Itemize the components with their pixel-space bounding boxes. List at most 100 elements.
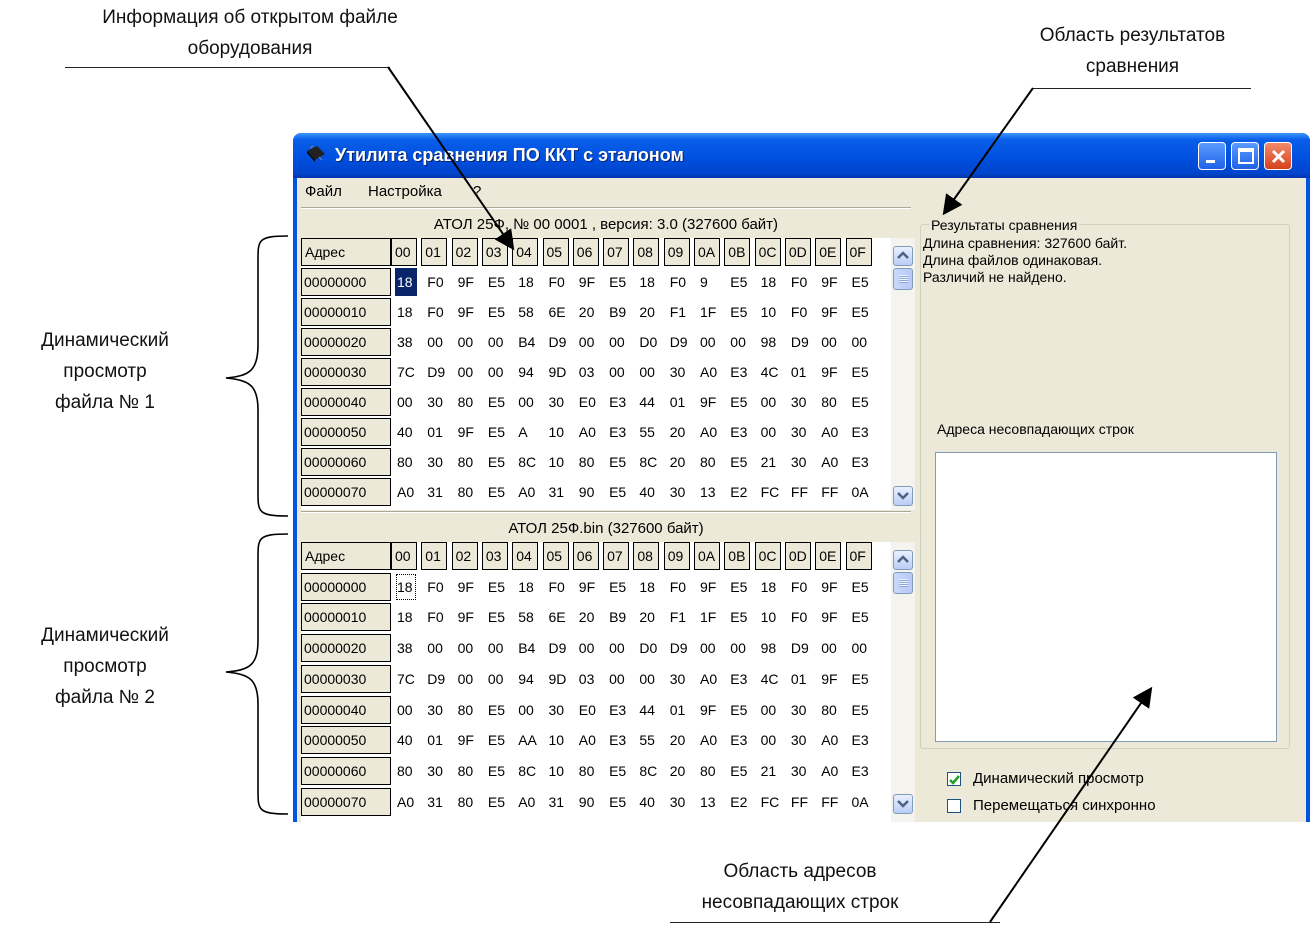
hex-byte[interactable]: E2 xyxy=(728,478,758,506)
hex-byte[interactable]: 8C xyxy=(637,757,667,785)
hex-byte[interactable]: 30 xyxy=(789,726,819,754)
hex-byte[interactable]: 00 xyxy=(728,634,758,662)
hex-byte[interactable]: F0 xyxy=(425,603,455,631)
hex-byte[interactable]: E5 xyxy=(728,268,758,296)
hex-byte[interactable]: 00 xyxy=(759,388,789,416)
hex-byte[interactable]: 8C xyxy=(516,448,546,476)
hex-byte[interactable]: 13 xyxy=(698,478,728,506)
hex-byte[interactable]: FF xyxy=(789,788,819,816)
hex-byte[interactable]: FF xyxy=(819,788,849,816)
hex-byte[interactable]: E3 xyxy=(728,358,758,386)
hex-byte[interactable]: D9 xyxy=(425,665,455,693)
hex-byte[interactable]: E5 xyxy=(486,298,516,326)
hex-byte[interactable]: 9F xyxy=(698,573,728,601)
hex-byte[interactable]: 00 xyxy=(759,418,789,446)
hex-byte[interactable]: E5 xyxy=(486,757,516,785)
hex-byte[interactable]: 38 xyxy=(395,328,425,356)
hex-byte[interactable]: E5 xyxy=(607,268,637,296)
hex-byte[interactable]: 9F xyxy=(456,573,486,601)
hex-byte[interactable]: E3 xyxy=(850,418,880,446)
hex-byte[interactable]: 00 xyxy=(486,328,516,356)
hex-byte[interactable]: E5 xyxy=(850,298,880,326)
hex-byte[interactable]: A0 xyxy=(698,726,728,754)
hex-byte[interactable]: 9F xyxy=(819,358,849,386)
hex-byte[interactable]: 13 xyxy=(698,788,728,816)
hex-byte[interactable]: E3 xyxy=(607,418,637,446)
hex-byte[interactable]: B4 xyxy=(516,634,546,662)
hex-byte[interactable]: 9F xyxy=(819,298,849,326)
hex-byte[interactable]: E5 xyxy=(850,696,880,724)
hex-byte[interactable]: 80 xyxy=(577,448,607,476)
hex-byte[interactable]: 20 xyxy=(577,603,607,631)
hex-byte[interactable]: 80 xyxy=(456,788,486,816)
menu-file[interactable]: Файл xyxy=(305,183,342,200)
hex-byte[interactable]: 00 xyxy=(516,388,546,416)
hex-byte[interactable]: 40 xyxy=(395,726,425,754)
hex-byte[interactable]: 4C xyxy=(759,358,789,386)
hex-byte[interactable]: 30 xyxy=(668,788,698,816)
hex-byte[interactable]: A xyxy=(516,418,546,446)
hex-byte[interactable]: 00 xyxy=(577,328,607,356)
hex-byte[interactable]: F1 xyxy=(668,298,698,326)
hex-byte[interactable]: 80 xyxy=(456,448,486,476)
hex-byte[interactable]: 30 xyxy=(425,388,455,416)
hex-byte[interactable]: 9F xyxy=(577,268,607,296)
hex-byte[interactable]: 18 xyxy=(637,573,667,601)
hex-byte[interactable]: 10 xyxy=(759,298,789,326)
hex-byte[interactable]: 80 xyxy=(456,478,486,506)
hex-byte[interactable]: 9F xyxy=(819,573,849,601)
hex-byte[interactable]: 18 xyxy=(395,573,417,601)
hex-byte[interactable]: 18 xyxy=(516,268,546,296)
hex-byte[interactable]: 00 xyxy=(425,328,455,356)
hex-byte[interactable]: A0 xyxy=(516,478,546,506)
hex-byte[interactable]: E5 xyxy=(486,478,516,506)
hex-byte[interactable]: 00 xyxy=(456,634,486,662)
scroll-thumb[interactable] xyxy=(893,268,913,290)
hex-byte[interactable]: F0 xyxy=(789,268,819,296)
hex-byte[interactable]: E5 xyxy=(486,603,516,631)
hex-byte[interactable]: F1 xyxy=(668,603,698,631)
hex-byte[interactable]: 00 xyxy=(486,358,516,386)
hex-byte[interactable]: E5 xyxy=(728,757,758,785)
hex-byte[interactable]: 00 xyxy=(456,665,486,693)
hex-byte[interactable]: E5 xyxy=(607,573,637,601)
hex-byte[interactable]: 00 xyxy=(819,634,849,662)
hex-byte[interactable]: E5 xyxy=(486,573,516,601)
hex-byte[interactable]: D9 xyxy=(425,358,455,386)
viewer1-hex-grid[interactable]: Адрес 00 01 02 03 04 05 06 07 08 09 0A 0B 0C 0D 0E 0F 000… xyxy=(301,238,891,510)
hex-byte[interactable]: 00 xyxy=(637,665,667,693)
hex-byte[interactable]: 4C xyxy=(759,665,789,693)
hex-byte[interactable]: 18 xyxy=(516,573,546,601)
hex-byte[interactable]: E5 xyxy=(850,603,880,631)
hex-byte[interactable]: 30 xyxy=(789,448,819,476)
hex-byte[interactable]: E5 xyxy=(728,603,758,631)
hex-byte[interactable]: A0 xyxy=(819,757,849,785)
hex-byte[interactable]: B9 xyxy=(607,298,637,326)
menu-settings[interactable]: Настройка xyxy=(368,183,442,200)
hex-byte[interactable]: A0 xyxy=(698,418,728,446)
hex-byte[interactable]: 9D xyxy=(547,358,577,386)
hex-byte[interactable]: 80 xyxy=(819,696,849,724)
hex-byte[interactable]: 94 xyxy=(516,665,546,693)
hex-byte[interactable]: 18 xyxy=(395,603,425,631)
hex-byte[interactable]: 00 xyxy=(607,665,637,693)
hex-byte[interactable]: B9 xyxy=(607,603,637,631)
hex-byte[interactable]: 10 xyxy=(547,757,577,785)
hex-byte[interactable]: 00 xyxy=(607,358,637,386)
minimize-button[interactable] xyxy=(1198,142,1226,170)
hex-byte[interactable]: FF xyxy=(789,478,819,506)
hex-byte[interactable]: E5 xyxy=(850,388,880,416)
hex-byte[interactable]: 20 xyxy=(637,603,667,631)
hex-byte[interactable]: FC xyxy=(759,478,789,506)
hex-byte[interactable]: E5 xyxy=(486,418,516,446)
hex-byte[interactable]: FC xyxy=(759,788,789,816)
hex-byte[interactable]: E3 xyxy=(607,726,637,754)
hex-byte[interactable]: F0 xyxy=(789,603,819,631)
hex-byte[interactable]: A0 xyxy=(819,726,849,754)
hex-byte[interactable]: A0 xyxy=(577,726,607,754)
hex-byte[interactable]: D0 xyxy=(637,328,667,356)
hex-byte[interactable]: 01 xyxy=(425,418,455,446)
hex-byte[interactable]: A0 xyxy=(395,788,425,816)
close-button[interactable] xyxy=(1264,142,1292,170)
hex-byte[interactable]: 31 xyxy=(425,788,455,816)
